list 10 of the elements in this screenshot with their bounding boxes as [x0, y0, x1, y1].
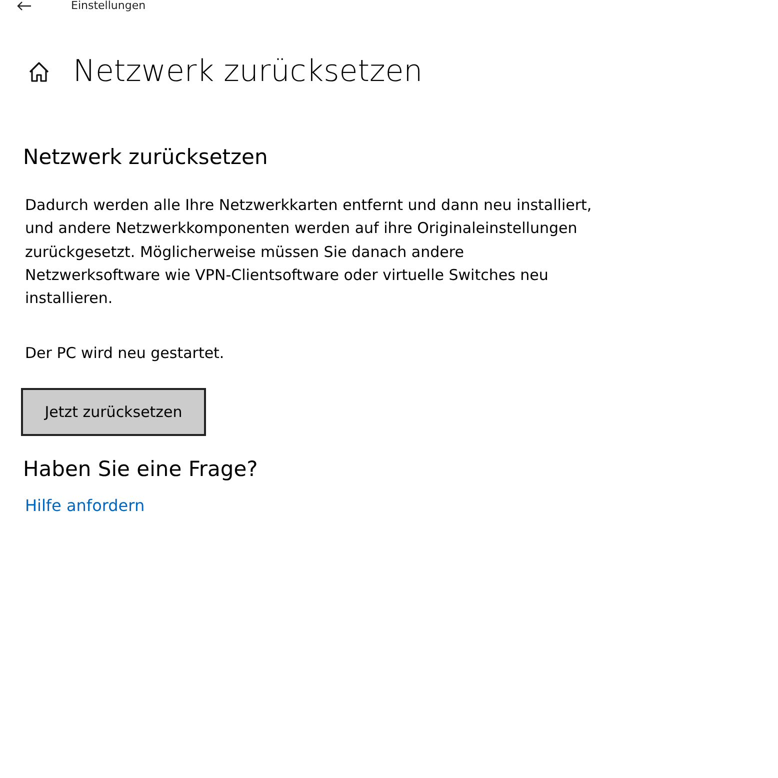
page-title: Netzwerk zurücksetzen [73, 53, 423, 91]
description-text: Dadurch werden alle Ihre Netzwerkkarten entfernt und dann neu installiert, und andere Netzwerkkomponenten werden auf ihre Originaleinstellungen zurückgesetzt. Möglicherweise müssen Sie danach andere Netzwerksoftware wie VPN-Clientsoftware oder virtuelle Switches neu installieren. [25, 195, 593, 310]
help-heading: Haben Sie eine Frage? [23, 456, 259, 484]
window-title: Einstellungen [71, 0, 146, 12]
get-help-link[interactable]: Hilfe anfordern [25, 496, 145, 516]
home-icon[interactable] [27, 60, 51, 84]
restart-note: Der PC wird neu gestartet. [25, 343, 226, 364]
section-heading: Netzwerk zurücksetzen [23, 144, 269, 171]
reset-now-button[interactable]: Jetzt zurücksetzen [21, 388, 206, 436]
back-arrow-icon[interactable] [16, 1, 32, 11]
